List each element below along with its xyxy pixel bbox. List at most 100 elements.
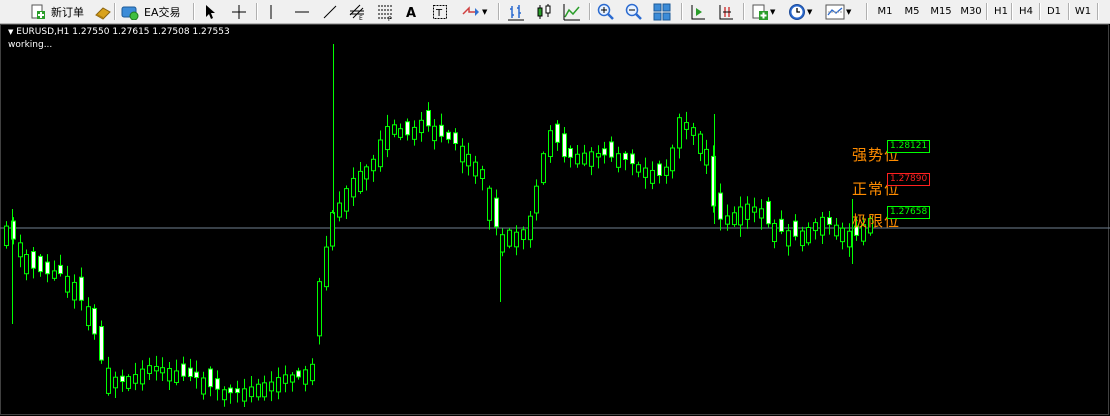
candlestick-plot: [0, 24, 1110, 415]
new-order-button[interactable]: 新订单: [30, 2, 84, 21]
candle: [759, 199, 764, 230]
candle: [657, 160, 662, 184]
candle: [698, 130, 703, 162]
zoom-out-button[interactable]: [625, 2, 643, 21]
timeframe-m15-button[interactable]: M15: [926, 3, 956, 20]
auto-scroll-button[interactable]: [689, 2, 707, 21]
market-watch-button[interactable]: [94, 2, 112, 21]
timeframe-m5-button[interactable]: M5: [899, 3, 925, 20]
candle: [534, 179, 539, 221]
cursor-icon: [203, 4, 217, 20]
horizontal-line-tool[interactable]: [294, 2, 310, 21]
candle: [38, 253, 43, 277]
candle: [276, 367, 281, 400]
candle: [310, 358, 315, 386]
trendline-tool[interactable]: [322, 2, 338, 21]
candlestick-chart-button[interactable]: [535, 2, 553, 21]
text-label-tool[interactable]: T: [432, 2, 448, 21]
arrows-dropdown[interactable]: ▼: [461, 2, 487, 21]
tile-windows-icon: [653, 3, 671, 21]
candle: [262, 375, 267, 401]
candle: [222, 386, 227, 407]
price-chart[interactable]: ▼ EURUSD,H1 1.27550 1.27615 1.27508 1.27…: [0, 24, 1110, 416]
candle: [786, 224, 791, 256]
timeframe-w1-button[interactable]: W1: [1070, 3, 1096, 20]
candle: [589, 147, 594, 176]
candle: [79, 267, 84, 311]
candle: [820, 211, 825, 244]
candle: [752, 197, 757, 223]
candle: [405, 118, 410, 141]
cursor-tool[interactable]: [203, 2, 217, 21]
collapse-triangle-icon[interactable]: ▼: [8, 28, 13, 36]
candle: [772, 219, 777, 249]
zoom-out-icon: [625, 3, 643, 21]
crosshair-tool[interactable]: [231, 2, 247, 21]
candle: [364, 164, 369, 191]
candle: [392, 119, 397, 138]
candle: [609, 136, 614, 162]
candle: [596, 145, 601, 169]
text-label-icon: T: [432, 4, 448, 20]
candle: [575, 145, 580, 168]
candle: [194, 360, 199, 389]
candle: [480, 165, 485, 191]
chart-frame: [0, 24, 1109, 415]
candle: [147, 357, 152, 381]
timeframe-d1-button[interactable]: D1: [1041, 3, 1067, 20]
candle: [140, 360, 145, 391]
candle: [269, 371, 274, 402]
candle: [670, 144, 675, 179]
equidistant-channel-tool[interactable]: E: [348, 2, 366, 21]
candle: [800, 226, 805, 252]
vertical-line-icon: [266, 4, 276, 20]
candle: [677, 113, 682, 159]
zoom-in-button[interactable]: [597, 2, 615, 21]
horizontal-line-icon: [294, 4, 310, 20]
chart-shift-button[interactable]: [717, 2, 735, 21]
timeframe-h4-button[interactable]: H4: [1013, 3, 1039, 20]
templates-dropdown[interactable]: ▼: [825, 2, 851, 21]
candle: [602, 141, 607, 164]
candle: [167, 362, 172, 390]
candle: [99, 320, 104, 364]
candle: [473, 155, 478, 184]
indicators-dropdown[interactable]: ▼: [751, 2, 775, 21]
candle: [65, 265, 70, 298]
toolbar: 新订单 EA交易 E F A T ▼ ▼ ▼ ▼ M1 M5 M15 M30 H…: [0, 0, 1110, 24]
candle: [4, 221, 9, 249]
candle: [256, 378, 261, 401]
candle: [45, 254, 50, 283]
candle: [732, 206, 737, 227]
fibonacci-tool[interactable]: F: [376, 2, 394, 21]
candle: [330, 210, 335, 251]
timeframe-m1-button[interactable]: M1: [872, 3, 898, 20]
candle: [160, 357, 165, 381]
candle: [378, 130, 383, 172]
bar-chart-button[interactable]: [507, 2, 525, 21]
line-chart-button[interactable]: [563, 2, 581, 21]
fibonacci-icon: F: [376, 3, 394, 21]
candle: [283, 365, 288, 393]
periods-dropdown[interactable]: ▼: [788, 2, 812, 21]
candle: [419, 111, 424, 142]
candle: [806, 222, 811, 246]
candle: [779, 210, 784, 235]
vertical-line-tool[interactable]: [266, 2, 276, 21]
tile-windows-button[interactable]: [653, 2, 671, 21]
status-text: working...: [8, 40, 53, 50]
line-chart-icon: [563, 3, 581, 21]
svg-text:F: F: [388, 16, 392, 21]
candle: [650, 161, 655, 190]
ea-trading-button[interactable]: EA交易: [121, 2, 180, 21]
text-icon: A: [404, 4, 418, 20]
candle: [296, 367, 301, 380]
candle: [120, 369, 125, 392]
candle: [113, 371, 118, 399]
svg-text:A: A: [406, 6, 416, 20]
ea-trading-icon: [121, 4, 139, 20]
timeframe-m30-button[interactable]: M30: [956, 3, 986, 20]
candle: [208, 366, 213, 397]
candle: [426, 102, 431, 132]
text-tool[interactable]: A: [404, 2, 418, 21]
